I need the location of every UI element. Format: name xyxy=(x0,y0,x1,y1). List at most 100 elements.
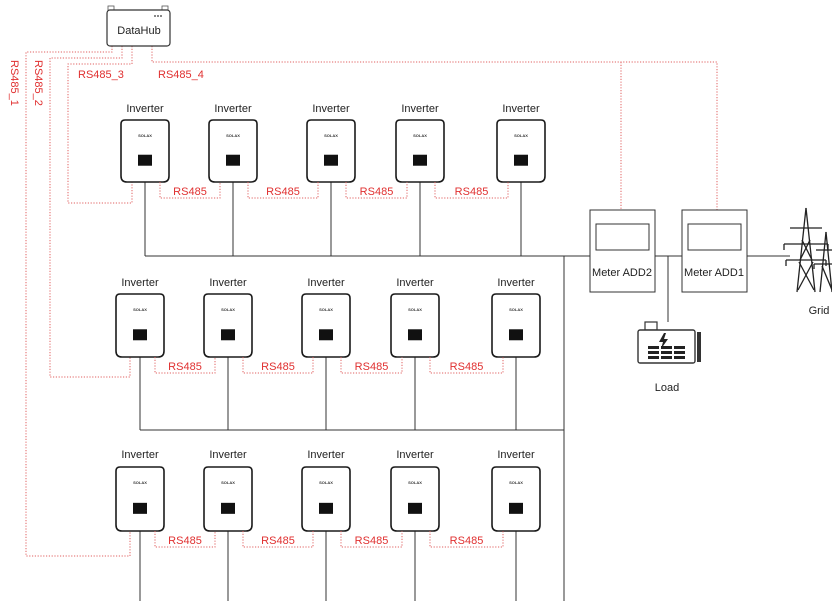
rs485-3-label: RS485_3 xyxy=(78,69,124,81)
inverter-display xyxy=(226,154,240,166)
inverter: SOLAX Inverter xyxy=(491,449,541,532)
meter-add2: Meter ADD2 xyxy=(589,209,656,293)
inverter-display xyxy=(408,502,422,514)
inverter-body xyxy=(390,293,440,358)
inverter-display xyxy=(413,154,427,166)
inverter-body xyxy=(115,293,165,358)
inverter-rows: SOLAX Inverter SOLAX Inverter SOLAX Inverter S… xyxy=(115,103,564,601)
rs485-link-label: RS485 xyxy=(173,186,207,198)
inverter-label: Inverter xyxy=(502,103,540,115)
rs485-link-label: RS485 xyxy=(355,361,389,373)
inverter: SOLAX Inverter xyxy=(203,449,253,532)
inverter: SOLAX Inverter xyxy=(390,449,440,532)
grid-tower-icon: Grid xyxy=(783,207,832,317)
inverter: SOLAX Inverter xyxy=(115,449,165,532)
inverter: SOLAX Inverter xyxy=(306,103,356,183)
rs485-chain-link: RS485 xyxy=(242,357,314,374)
inverter-display xyxy=(138,154,152,166)
rs485-2-label: RS485_2 xyxy=(32,60,44,106)
rs485-chain-link: RS485 xyxy=(154,357,216,374)
inverter-display xyxy=(221,329,235,341)
inverter-logo: SOLAX xyxy=(221,307,235,312)
inverter-logo: SOLAX xyxy=(514,133,528,138)
power-lines xyxy=(563,255,790,601)
rs485-chain-link: RS485 xyxy=(340,357,403,374)
rs485-4-label: RS485_4 xyxy=(158,69,204,81)
inverter-display xyxy=(221,502,235,514)
inverter: SOLAX Inverter xyxy=(208,103,258,183)
inverter: SOLAX Inverter xyxy=(395,103,445,183)
grid-label: Grid xyxy=(809,305,830,317)
rs485-chain-link: RS485 xyxy=(345,182,408,199)
inverter-display xyxy=(133,502,147,514)
inverter-display xyxy=(319,502,333,514)
rs485-link-label: RS485 xyxy=(261,361,295,373)
inverter-logo: SOLAX xyxy=(324,133,338,138)
inverter-display xyxy=(509,329,523,341)
rs485-chain-link: RS485 xyxy=(247,182,319,199)
rs485-1-label: RS485_1 xyxy=(8,60,20,106)
inverter-logo: SOLAX xyxy=(509,307,523,312)
inverter-label: Inverter xyxy=(401,103,439,115)
inverter-label: Inverter xyxy=(121,449,159,461)
inverter-body xyxy=(496,119,546,183)
inverter: SOLAX Inverter xyxy=(491,277,541,358)
inverter-row-3: SOLAX Inverter SOLAX Inverter SOLAX Inverter S… xyxy=(115,449,541,601)
inverter-logo: SOLAX xyxy=(408,307,422,312)
inverter-label: Inverter xyxy=(126,103,164,115)
inverter-logo: SOLAX xyxy=(509,480,523,485)
inverter-label: Inverter xyxy=(396,277,434,289)
inverter-body xyxy=(390,466,440,532)
rs485-chain-link: RS485 xyxy=(159,182,221,199)
inverter-body xyxy=(115,466,165,532)
meter-add2-label: Meter ADD2 xyxy=(592,267,652,279)
rs485-chain-link: RS485 xyxy=(154,531,216,548)
rs485-chain-link: RS485 xyxy=(242,531,314,548)
rs485-link-label: RS485 xyxy=(455,186,489,198)
meter-add1-label: Meter ADD1 xyxy=(684,267,744,279)
rs485-link-label: RS485 xyxy=(168,361,202,373)
inverter-label: Inverter xyxy=(307,277,345,289)
inverter-label: Inverter xyxy=(497,449,535,461)
inverter-logo: SOLAX xyxy=(413,133,427,138)
rs485-link-label: RS485 xyxy=(266,186,300,198)
inverter-body xyxy=(491,466,541,532)
inverter-label: Inverter xyxy=(312,103,350,115)
inverter-body xyxy=(120,119,170,183)
inverter-body xyxy=(306,119,356,183)
inverter-logo: SOLAX xyxy=(408,480,422,485)
rs485-chain-link: RS485 xyxy=(340,531,403,548)
inverter: SOLAX Inverter xyxy=(390,277,440,358)
meter-add1: Meter ADD1 xyxy=(681,209,748,293)
inverter-display xyxy=(133,329,147,341)
rs485-link-label: RS485 xyxy=(355,535,389,547)
inverter-label: Inverter xyxy=(209,449,247,461)
inverter-display xyxy=(324,154,338,166)
inverter-label: Inverter xyxy=(214,103,252,115)
wiring-diagram: DataHub RS485_1 RS485_2 RS485_3 RS485_4 … xyxy=(8,5,832,601)
inverter-row-1: SOLAXInverterSOLAXInverterSOLAXInverterS… xyxy=(120,103,564,257)
inverter-body xyxy=(301,466,351,532)
inverter-body xyxy=(208,119,258,183)
inverter-label: Inverter xyxy=(209,277,247,289)
inverter-display xyxy=(509,502,523,514)
inverter-body xyxy=(203,293,253,358)
datahub: DataHub xyxy=(106,5,171,47)
inverter-logo: SOLAX xyxy=(221,480,235,485)
inverter-body xyxy=(203,466,253,532)
inverter: SOLAX Inverter xyxy=(301,277,351,358)
inverter-body xyxy=(395,119,445,183)
load-label: Load xyxy=(655,382,679,394)
inverter-label: Inverter xyxy=(497,277,535,289)
inverter-label: Inverter xyxy=(307,449,345,461)
inverter-display xyxy=(514,154,528,166)
inverter-logo: SOLAX xyxy=(133,480,147,485)
datahub-label: DataHub xyxy=(117,25,160,37)
inverter: SOLAX Inverter xyxy=(496,103,546,183)
rs485-link-label: RS485 xyxy=(450,361,484,373)
inverter: SOLAX Inverter xyxy=(203,277,253,358)
inverter: SOLAX Inverter xyxy=(301,449,351,532)
rs485-link-label: RS485 xyxy=(168,535,202,547)
inverter: SOLAX Inverter xyxy=(115,277,165,358)
load: Load xyxy=(637,321,701,394)
